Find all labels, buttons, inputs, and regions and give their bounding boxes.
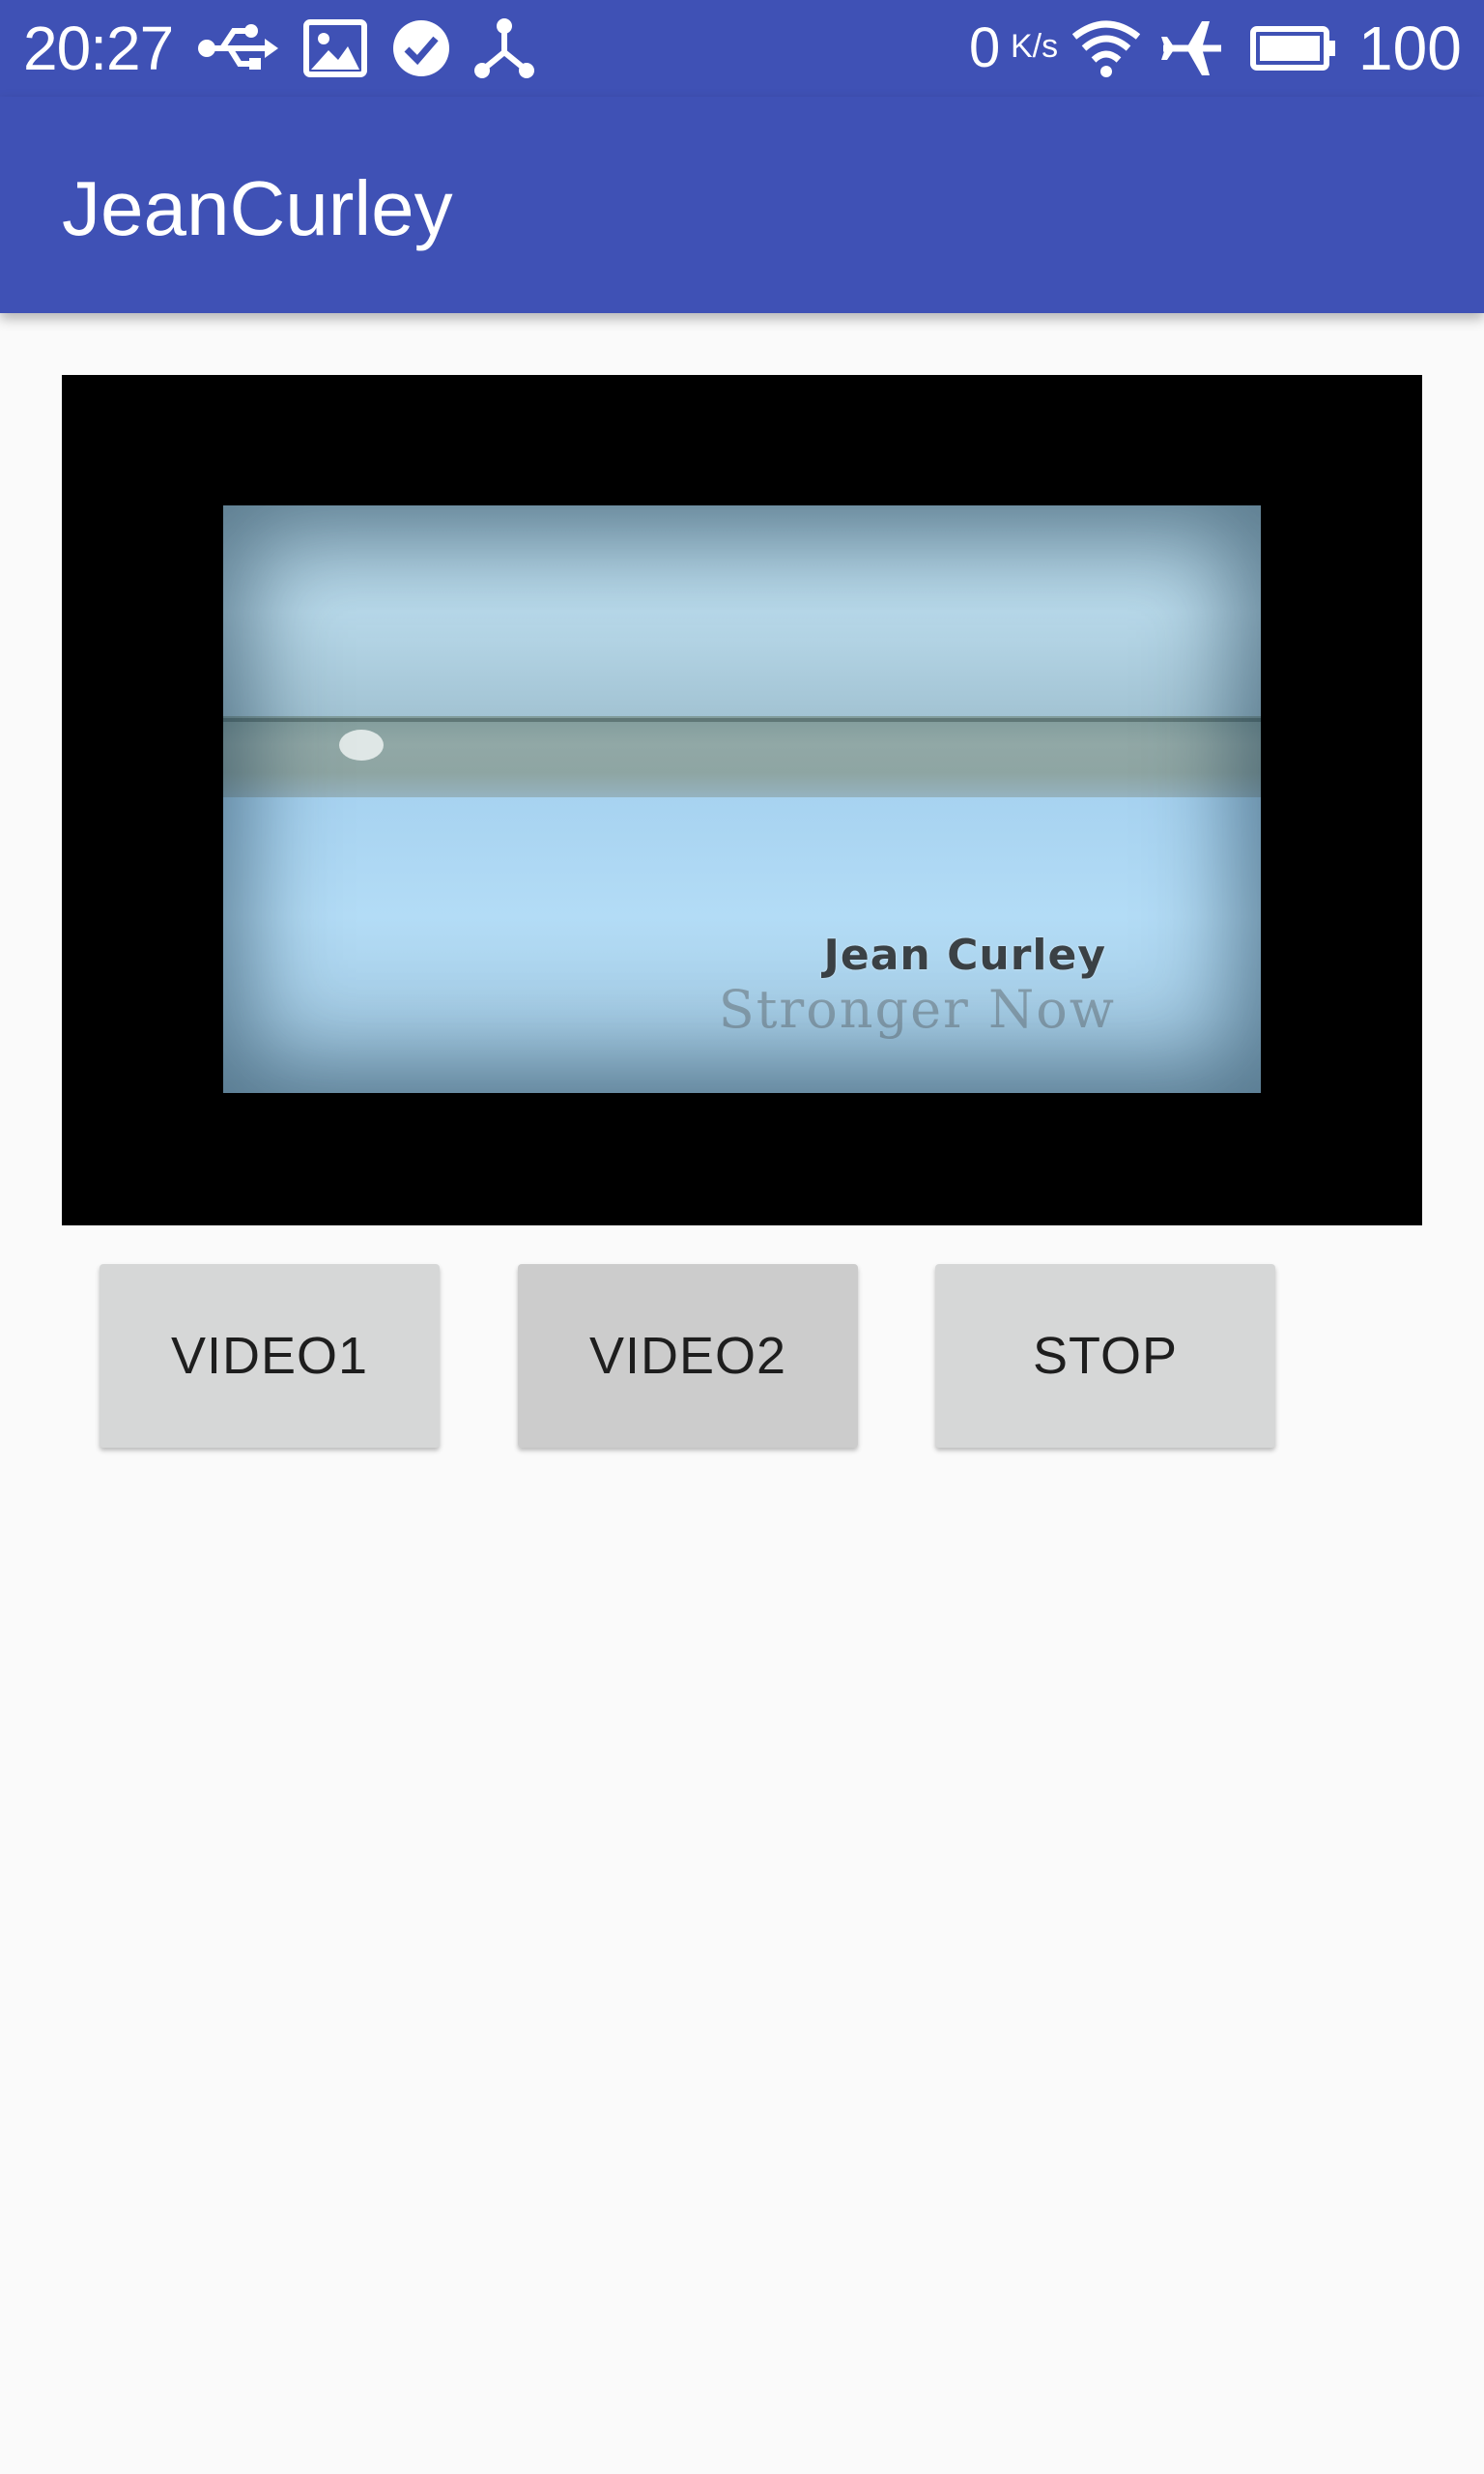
stop-button[interactable]: STOP xyxy=(935,1264,1275,1448)
image-icon xyxy=(303,17,367,79)
video-scene-band xyxy=(223,716,1261,797)
net-speed-unit: K/s xyxy=(1011,28,1059,65)
usb-icon xyxy=(197,17,278,79)
battery-icon xyxy=(1250,17,1337,79)
app-title: JeanCurley xyxy=(62,165,453,251)
status-time: 20:27 xyxy=(23,14,174,83)
video-caption-title: Stronger Now xyxy=(718,979,1116,1040)
video-frame: Jean Curley Stronger Now xyxy=(223,505,1261,1093)
video-caption-artist: Jean Curley xyxy=(823,931,1106,980)
status-bar: 20:27 0 K/s 100 xyxy=(0,0,1484,97)
video-player[interactable]: Jean Curley Stronger Now xyxy=(62,375,1422,1225)
wifi-icon xyxy=(1072,17,1140,79)
net-speed-value: 0 xyxy=(969,16,1001,79)
video-scene-line xyxy=(223,718,1261,722)
video2-button[interactable]: VIDEO2 xyxy=(518,1264,858,1448)
airplane-icon xyxy=(1159,17,1225,79)
video1-button[interactable]: VIDEO1 xyxy=(100,1264,440,1448)
battery-percent: 100 xyxy=(1358,14,1462,83)
share-icon xyxy=(473,17,535,79)
video-scene-spot xyxy=(339,730,384,761)
check-circle-icon xyxy=(390,17,452,79)
app-bar: JeanCurley xyxy=(0,97,1484,313)
